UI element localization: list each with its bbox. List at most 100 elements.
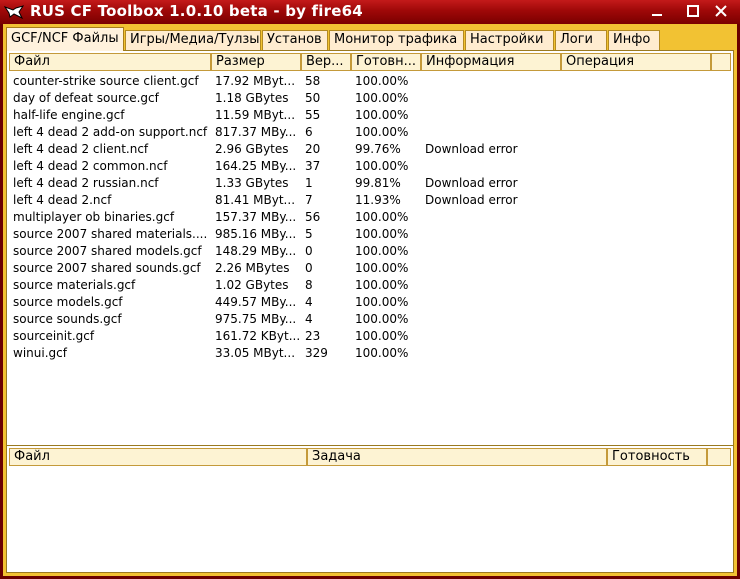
- tasks-table-header: Файл Задача Готовность: [9, 448, 731, 466]
- column-header-operation[interactable]: Операция: [561, 53, 711, 71]
- table-row[interactable]: sourceinit.gcf 161.72 KByt... 23 100.00%: [7, 328, 729, 345]
- cell-readiness: 100.00%: [355, 312, 409, 326]
- cell-version: 1: [305, 176, 313, 190]
- cell-readiness: 11.93%: [355, 193, 401, 207]
- cell-operation: [565, 294, 709, 311]
- app-logo-icon[interactable]: [3, 4, 25, 20]
- cell-version: 37: [305, 159, 321, 173]
- cell-operation: [565, 277, 709, 294]
- column-header-task[interactable]: Задача: [307, 448, 607, 466]
- table-row[interactable]: source models.gcf 449.57 MBy... 4 100.00%: [7, 294, 729, 311]
- column-header-task-readiness[interactable]: Готовность: [607, 448, 707, 466]
- cell-file: source models.gcf: [13, 295, 123, 309]
- cell-version: 4: [305, 295, 313, 309]
- cell-operation: [565, 107, 709, 124]
- cell-file: source 2007 shared models.gcf: [13, 244, 202, 258]
- cell-size: 11.59 MByt...: [215, 108, 296, 122]
- cell-size: 17.92 MByt...: [215, 74, 296, 88]
- table-row[interactable]: source materials.gcf 1.02 GBytes 8 100.00%: [7, 277, 729, 294]
- table-row[interactable]: source 2007 shared models.gcf 148.29 MBy.…: [7, 243, 729, 260]
- cell-version: 20: [305, 142, 321, 156]
- files-table-body: counter-strike source client.gcf 17.92 MB…: [7, 73, 729, 362]
- cell-readiness: 100.00%: [355, 227, 409, 241]
- cell-version: 56: [305, 210, 321, 224]
- cell-operation: [565, 345, 709, 362]
- table-row[interactable]: source 2007 shared materials.... 985.16 M…: [7, 226, 729, 243]
- cell-version: 5: [305, 227, 313, 241]
- table-row[interactable]: left 4 dead 2 common.ncf 164.25 MBy... 37 1…: [7, 158, 729, 175]
- column-header-version[interactable]: Вер...: [301, 53, 351, 71]
- table-row[interactable]: left 4 dead 2 client.ncf 2.96 GBytes 20 99.…: [7, 141, 729, 158]
- cell-readiness: 100.00%: [355, 261, 409, 275]
- cell-readiness: 100.00%: [355, 329, 409, 343]
- cell-file: day of defeat source.gcf: [13, 91, 159, 105]
- column-header-size[interactable]: Размер: [211, 53, 301, 71]
- column-header-filler: [711, 53, 731, 71]
- column-header-file[interactable]: Файл: [9, 53, 211, 71]
- cell-readiness: 99.76%: [355, 142, 401, 156]
- cell-operation: [565, 209, 709, 226]
- cell-version: 0: [305, 244, 313, 258]
- cell-readiness: 100.00%: [355, 108, 409, 122]
- cell-operation: [565, 141, 709, 158]
- cell-operation: [565, 328, 709, 345]
- cell-operation: [565, 192, 709, 209]
- cell-size: 33.05 MByt...: [215, 346, 296, 360]
- table-row[interactable]: left 4 dead 2.ncf 81.41 MByt... 7 11.93% Dow…: [7, 192, 729, 209]
- cell-size: 164.25 MBy...: [215, 159, 297, 173]
- cell-operation: [565, 311, 709, 328]
- cell-information: Download error: [425, 176, 518, 190]
- table-row[interactable]: left 4 dead 2 add-on support.ncf 817.37 M…: [7, 124, 729, 141]
- table-row[interactable]: counter-strike source client.gcf 17.92 MB…: [7, 73, 729, 90]
- cell-size: 157.37 MBy...: [215, 210, 297, 224]
- maximize-icon[interactable]: [684, 3, 702, 20]
- table-row[interactable]: day of defeat source.gcf 1.18 GBytes 50 100…: [7, 90, 729, 107]
- cell-information: [425, 124, 559, 141]
- cell-operation: [565, 260, 709, 277]
- tab-settings[interactable]: Настройки: [465, 30, 554, 50]
- tab-traffic-monitor[interactable]: Монитор трафика: [329, 30, 464, 50]
- cell-information: [425, 277, 559, 294]
- cell-information: [425, 345, 559, 362]
- cell-file: source materials.gcf: [13, 278, 136, 292]
- cell-readiness: 100.00%: [355, 346, 409, 360]
- cell-readiness: 100.00%: [355, 74, 409, 88]
- tab-logs[interactable]: Логи: [555, 30, 607, 50]
- cell-version: 50: [305, 91, 321, 105]
- table-row[interactable]: half-life engine.gcf 11.59 MByt... 55 100.0…: [7, 107, 729, 124]
- cell-size: 817.37 MBy...: [215, 125, 297, 139]
- cell-readiness: 100.00%: [355, 295, 409, 309]
- cell-file: left 4 dead 2 client.ncf: [13, 142, 149, 156]
- table-row[interactable]: multiplayer ob binaries.gcf 157.37 MBy...…: [7, 209, 729, 226]
- title-bar[interactable]: RUS CF Toolbox 1.0.10 beta - by fire64: [0, 0, 740, 24]
- cell-information: [425, 158, 559, 175]
- cell-size: 2.26 MBytes: [215, 261, 290, 275]
- column-header-information[interactable]: Информация: [421, 53, 561, 71]
- close-icon[interactable]: [712, 3, 730, 20]
- table-row[interactable]: left 4 dead 2 russian.ncf 1.33 GBytes 1 99.…: [7, 175, 729, 192]
- minimize-icon[interactable]: [648, 3, 666, 20]
- table-row[interactable]: source sounds.gcf 975.75 MBy... 4 100.00%: [7, 311, 729, 328]
- files-list-view[interactable]: Файл Размер Вер... Готовн... Информация …: [6, 50, 734, 466]
- client-area: GCF/NCF Файлы Игры/Медиа/Тулзы Установ М…: [3, 24, 737, 576]
- cell-version: 23: [305, 329, 321, 343]
- cell-readiness: 100.00%: [355, 91, 409, 105]
- tasks-list-view[interactable]: Файл Задача Готовность: [6, 445, 734, 573]
- cell-size: 1.33 GBytes: [215, 176, 289, 190]
- cell-version: 55: [305, 108, 321, 122]
- cell-size: 81.41 MByt...: [215, 193, 296, 207]
- tab-info[interactable]: Инфо: [608, 30, 660, 50]
- cell-information: [425, 90, 559, 107]
- table-row[interactable]: winui.gcf 33.05 MByt... 329 100.00%: [7, 345, 729, 362]
- cell-file: left 4 dead 2 russian.ncf: [13, 176, 159, 190]
- column-header-task-file[interactable]: Файл: [9, 448, 307, 466]
- column-header-readiness[interactable]: Готовн...: [351, 53, 421, 71]
- tab-gcf-ncf-files[interactable]: GCF/NCF Файлы: [6, 27, 124, 51]
- cell-operation: [565, 124, 709, 141]
- cell-readiness: 100.00%: [355, 244, 409, 258]
- cell-size: 1.18 GBytes: [215, 91, 289, 105]
- table-row[interactable]: source 2007 shared sounds.gcf 2.26 MBytes…: [7, 260, 729, 277]
- tab-games-media-tools[interactable]: Игры/Медиа/Тулзы: [125, 30, 261, 50]
- tab-install[interactable]: Установ: [262, 30, 328, 50]
- cell-version: 329: [305, 346, 328, 360]
